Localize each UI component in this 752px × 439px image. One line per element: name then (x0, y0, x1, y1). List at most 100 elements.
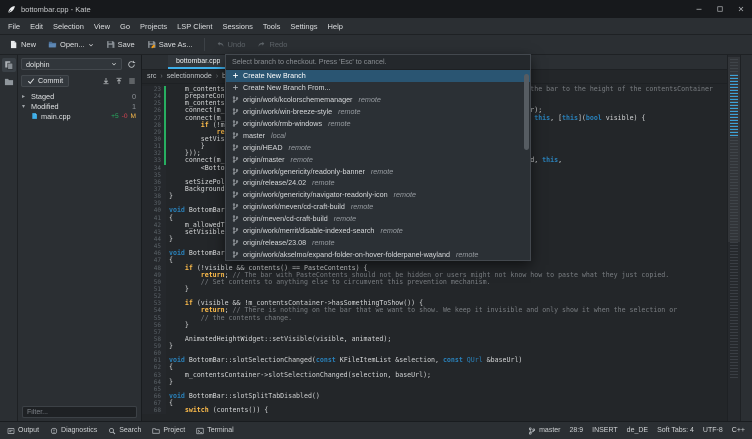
line-number: 66 (142, 393, 166, 400)
menu-projects[interactable]: Projects (135, 20, 172, 33)
branch-item-scope: remote (380, 226, 402, 235)
redo-icon (257, 40, 266, 49)
statusbar-dictionary[interactable]: de_DE (627, 427, 648, 434)
branch-item-15[interactable]: origin/work/akselmo/expand-folder-on-hov… (226, 248, 530, 260)
menu-edit[interactable]: Edit (25, 20, 48, 33)
statusbar-right: master 28:9 INSERT de_DE Soft Tabs: 4 UTF-8 C+… (528, 427, 745, 435)
branch-item-9[interactable]: origin/release/24.02remote (226, 177, 530, 189)
branch-icon (232, 132, 239, 139)
branch-item-0[interactable]: Create New Branch (226, 70, 530, 82)
branch-item-10[interactable]: origin/work/genericity/navigator-readonl… (226, 189, 530, 201)
branch-item-5[interactable]: masterlocal (226, 129, 530, 141)
statusbar-terminal[interactable]: Terminal (196, 427, 233, 435)
menu-sessions[interactable]: Sessions (217, 20, 257, 33)
branch-icon (232, 96, 239, 103)
branch-item-2[interactable]: origin/work/kcolorschememanagerremote (226, 94, 530, 106)
statusbar-encoding[interactable]: UTF-8 (703, 427, 723, 434)
branch-icon (232, 227, 239, 234)
maximize-button[interactable] (716, 5, 724, 13)
git-file-row[interactable]: main.cpp+5-0M (18, 111, 141, 121)
save-button[interactable]: Save (101, 38, 140, 51)
save-as-button[interactable]: Save As... (142, 38, 198, 51)
menu-view[interactable]: View (89, 20, 115, 33)
new-button[interactable]: New (4, 38, 41, 51)
history-button[interactable] (128, 77, 136, 85)
branch-icon (232, 191, 239, 198)
breadcrumb-segment[interactable]: src (147, 73, 156, 80)
branch-item-scope: remote (456, 250, 478, 259)
branch-item-label: origin/work/genericity/navigator-readonl… (243, 190, 388, 199)
pull-button[interactable] (102, 77, 110, 85)
undo-button[interactable]: Undo (211, 38, 251, 51)
branch-item-1[interactable]: Create New Branch From... (226, 82, 530, 94)
search-icon (108, 427, 116, 435)
popup-scrollbar-thumb[interactable] (524, 74, 529, 150)
project-icon (152, 427, 160, 435)
branch-item-3[interactable]: origin/work/win-breeze-styleremote (226, 106, 530, 118)
menu-selection[interactable]: Selection (48, 20, 89, 33)
statusbar-git-branch[interactable]: master (528, 427, 560, 435)
git-filter-input[interactable] (22, 406, 137, 418)
menu-tools[interactable]: Tools (258, 20, 286, 33)
branch-item-6[interactable]: origin/HEADremote (226, 141, 530, 153)
refresh-button[interactable] (125, 60, 138, 69)
branch-item-scope: remote (328, 119, 350, 128)
git-tree: ▸Staged0▾Modified1main.cpp+5-0M (18, 90, 141, 403)
branch-item-scope: remote (371, 167, 393, 176)
branch-item-scope: remote (334, 214, 356, 223)
menu-lsp-client[interactable]: LSP Client (172, 20, 217, 33)
statusbar-tab-settings[interactable]: Soft Tabs: 4 (657, 427, 694, 434)
line-number: 48 (142, 265, 166, 272)
branch-icon (232, 251, 239, 258)
plus-icon (232, 84, 239, 91)
code-line: 68 switch (contents()) { (142, 407, 727, 414)
menu-go[interactable]: Go (115, 20, 135, 33)
statusbar-input-mode[interactable]: INSERT (592, 427, 618, 434)
branch-item-11[interactable]: origin/work/meven/cd-craft-buildremote (226, 201, 530, 213)
statusbar-diagnostics[interactable]: Diagnostics (50, 427, 97, 435)
statusbar-output-label: Output (18, 427, 39, 434)
redo-button[interactable]: Redo (252, 38, 292, 51)
branch-item-label: origin/work/genericity/readonly-banner (243, 167, 365, 176)
line-number: 63 (142, 372, 166, 379)
minimap-scrollbar[interactable] (727, 55, 740, 421)
branch-item-8[interactable]: origin/work/genericity/readonly-banner re… (226, 165, 530, 177)
line-number: 35 (142, 172, 166, 179)
project-selector[interactable]: dolphin (21, 58, 122, 70)
statusbar-highlight-mode[interactable]: C++ (732, 427, 745, 434)
push-button[interactable] (115, 77, 123, 85)
close-button[interactable] (737, 5, 745, 13)
statusbar-project[interactable]: Project (152, 427, 185, 435)
line-number: 29 (142, 129, 166, 136)
breadcrumb-segment[interactable]: selectionmode (167, 73, 212, 80)
menu-file[interactable]: File (3, 20, 25, 33)
project-panel-header: dolphin (21, 57, 138, 71)
statusbar-input-mode-label: INSERT (592, 427, 618, 434)
line-number: 42 (142, 222, 166, 229)
sidebar-tool-filesystem[interactable] (2, 75, 16, 89)
branch-item-7[interactable]: origin/masterremote (226, 153, 530, 165)
menu-help[interactable]: Help (323, 20, 348, 33)
line-number: 46 (142, 250, 166, 257)
branch-item-4[interactable]: origin/work/rmb-windowsremote (226, 118, 530, 130)
branch-checkout-popup: Select branch to checkout. Press 'Esc' t… (225, 54, 531, 261)
code-line: 56 } (142, 322, 727, 329)
git-section-staged[interactable]: ▸Staged0 (18, 91, 141, 101)
git-section-count: 1 (132, 102, 136, 111)
open-button[interactable]: Open... (43, 38, 99, 51)
statusbar-output[interactable]: Output (7, 427, 39, 435)
menu-settings[interactable]: Settings (285, 20, 322, 33)
branch-item-13[interactable]: origin/work/merrit/disable-indexed-searc… (226, 225, 530, 237)
git-section-modified[interactable]: ▾Modified1 (18, 101, 141, 111)
branch-item-12[interactable]: origin/meven/cd-craft-buildremote (226, 213, 530, 225)
tab-bottombar-cpp[interactable]: bottombar.cpp (168, 55, 228, 69)
statusbar-cursor-position[interactable]: 28:9 (570, 427, 584, 434)
line-number: 60 (142, 350, 166, 357)
commit-button[interactable]: Commit (21, 75, 69, 87)
branch-item-14[interactable]: origin/release/23.08remote (226, 236, 530, 248)
sidebar-tool-documents[interactable] (2, 58, 16, 72)
lines-added-badge: +5 (111, 113, 119, 120)
statusbar-search[interactable]: Search (108, 427, 141, 435)
minimize-button[interactable] (695, 5, 703, 13)
popup-scrollbar[interactable] (523, 72, 529, 258)
